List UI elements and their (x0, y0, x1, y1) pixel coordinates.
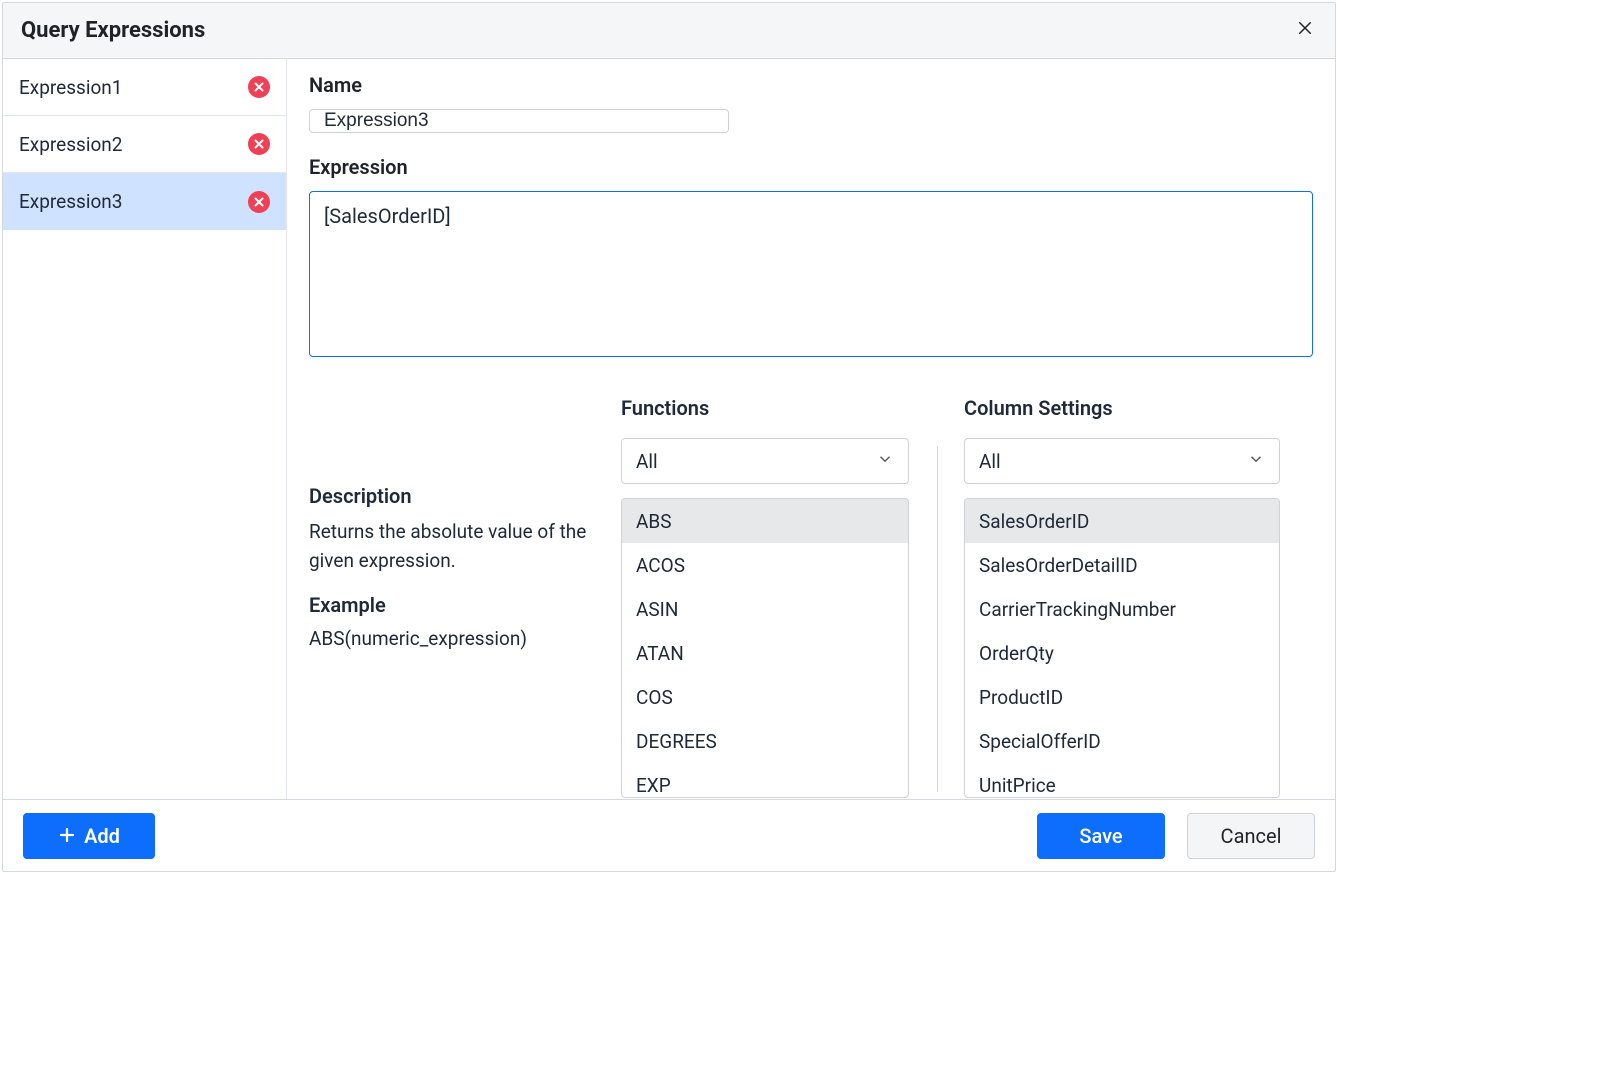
expression-section: Expression (309, 155, 1313, 362)
functions-panel: Functions All ABSACOSASINATANCOSDEGREESE… (621, 396, 937, 798)
dialog-title: Query Expressions (21, 18, 205, 43)
example-heading: Example (309, 593, 611, 617)
expression-list-item[interactable]: Expression1 (3, 59, 286, 116)
functions-heading: Functions (621, 396, 909, 420)
close-icon (1296, 18, 1314, 43)
expression-item-label: Expression1 (19, 76, 122, 99)
query-expressions-dialog: Query Expressions Expression1 Expression2… (0, 0, 1618, 1085)
column-list-item[interactable]: UnitPrice (965, 763, 1279, 798)
function-list-item[interactable]: ASIN (622, 587, 908, 631)
functions-filter-value: All (636, 450, 658, 473)
lower-panels: Description Returns the absolute value o… (309, 396, 1313, 798)
footer-right: Save Cancel (1037, 813, 1315, 859)
description-heading: Description (309, 484, 611, 508)
column-list-item[interactable]: SalesOrderDetailID (965, 543, 1279, 587)
delete-expression-icon[interactable] (248, 191, 270, 213)
delete-expression-icon[interactable] (248, 133, 270, 155)
function-list-item[interactable]: ATAN (622, 631, 908, 675)
function-list-item[interactable]: DEGREES (622, 719, 908, 763)
add-button-label: Add (84, 824, 120, 848)
function-list-item[interactable]: ACOS (622, 543, 908, 587)
delete-expression-icon[interactable] (248, 76, 270, 98)
chevron-down-icon (876, 450, 894, 473)
name-label: Name (309, 73, 1313, 97)
description-panel: Description Returns the absolute value o… (309, 396, 621, 798)
cancel-button-label: Cancel (1221, 824, 1282, 848)
functions-filter-dropdown[interactable]: All (621, 438, 909, 484)
column-list-item[interactable]: SpecialOfferID (965, 719, 1279, 763)
columns-listbox[interactable]: SalesOrderIDSalesOrderDetailIDCarrierTra… (964, 498, 1280, 798)
expression-list-item[interactable]: Expression3 (3, 173, 286, 230)
column-list-item[interactable]: CarrierTrackingNumber (965, 587, 1279, 631)
dialog-header: Query Expressions (3, 3, 1335, 59)
name-input[interactable] (309, 109, 729, 133)
columns-heading: Column Settings (964, 396, 1280, 420)
expression-label: Expression (309, 155, 1313, 179)
column-list-item[interactable]: OrderQty (965, 631, 1279, 675)
expression-list-item[interactable]: Expression2 (3, 116, 286, 173)
chevron-down-icon (1247, 450, 1265, 473)
dialog-frame: Query Expressions Expression1 Expression2… (2, 2, 1336, 872)
function-list-item[interactable]: EXP (622, 763, 908, 798)
column-list-item[interactable]: ProductID (965, 675, 1279, 719)
cancel-button[interactable]: Cancel (1187, 813, 1315, 859)
description-text: Returns the absolute value of the given … (309, 518, 611, 575)
dialog-body: Expression1 Expression2 Expression3 Name E… (3, 59, 1335, 799)
example-text: ABS(numeric_expression) (309, 627, 611, 650)
expression-textarea[interactable] (309, 191, 1313, 357)
columns-filter-dropdown[interactable]: All (964, 438, 1280, 484)
save-button[interactable]: Save (1037, 813, 1165, 859)
columns-panel: Column Settings All SalesOrderIDSalesOrd… (964, 396, 1280, 798)
column-list-item[interactable]: SalesOrderID (965, 499, 1279, 543)
functions-listbox[interactable]: ABSACOSASINATANCOSDEGREESEXP (621, 498, 909, 798)
columns-filter-value: All (979, 450, 1001, 473)
main-panel: Name Expression Description Returns the … (287, 59, 1335, 799)
panel-divider (937, 446, 938, 792)
function-list-item[interactable]: ABS (622, 499, 908, 543)
dialog-footer: Add Save Cancel (3, 799, 1335, 871)
expression-item-label: Expression3 (19, 190, 122, 213)
expression-item-label: Expression2 (19, 133, 122, 156)
close-button[interactable] (1293, 19, 1317, 43)
save-button-label: Save (1079, 824, 1122, 848)
add-button[interactable]: Add (23, 813, 155, 859)
function-list-item[interactable]: COS (622, 675, 908, 719)
plus-icon (58, 824, 76, 848)
expression-list: Expression1 Expression2 Expression3 (3, 59, 287, 799)
